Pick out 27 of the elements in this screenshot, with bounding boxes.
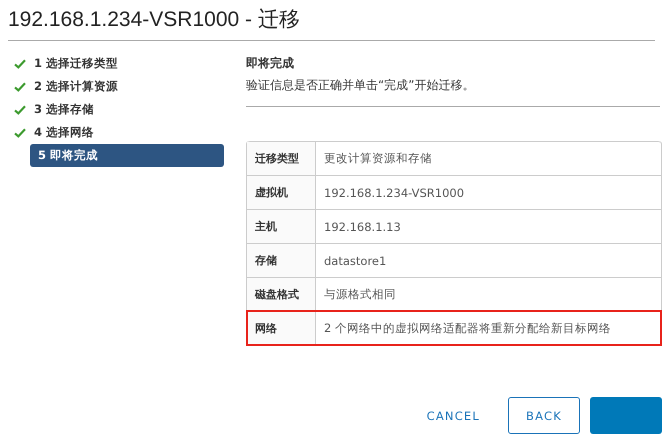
wizard-step[interactable]: 5 即将完成 <box>30 144 224 167</box>
cancel-button[interactable]: CANCEL <box>414 397 492 434</box>
row-label: 迁移类型 <box>247 142 316 175</box>
row-value: 192.168.1.13 <box>323 218 401 236</box>
section-heading: 即将完成 <box>246 55 295 72</box>
check-icon <box>14 58 26 68</box>
row-value: 更改计算资源和存储 <box>323 150 432 167</box>
window-title: 192.168.1.234-VSR1000 - 迁移 <box>8 7 301 33</box>
row-value: 与源格式相同 <box>323 286 396 303</box>
check-icon <box>14 104 26 114</box>
back-button[interactable]: BACK <box>508 397 580 434</box>
primary-button[interactable] <box>590 397 662 434</box>
row-label: 主机 <box>247 210 316 243</box>
wizard-step[interactable]: 3 选择存储 <box>14 98 224 121</box>
wizard-step[interactable]: 2 选择计算资源 <box>14 75 224 98</box>
wizard-step[interactable]: 4 选择网络 <box>14 121 224 144</box>
row-value: datastore1 <box>323 252 386 270</box>
row-value: 2 个网络中的虚拟网络适配器将重新分配给新目标网络 <box>323 320 611 337</box>
row-label: 虚拟机 <box>247 176 316 209</box>
row-label: 网络 <box>247 312 316 345</box>
row-label: 磁盘格式 <box>247 278 316 311</box>
row-label: 存储 <box>247 244 316 277</box>
check-icon <box>14 82 26 92</box>
description-text: 验证信息是否正确并单击“完成”开始迁移。 <box>246 77 476 94</box>
wizard-step[interactable]: 1 选择迁移类型 <box>14 52 224 75</box>
check-icon <box>14 128 26 138</box>
row-value: 192.168.1.234-VSR1000 <box>323 184 464 202</box>
